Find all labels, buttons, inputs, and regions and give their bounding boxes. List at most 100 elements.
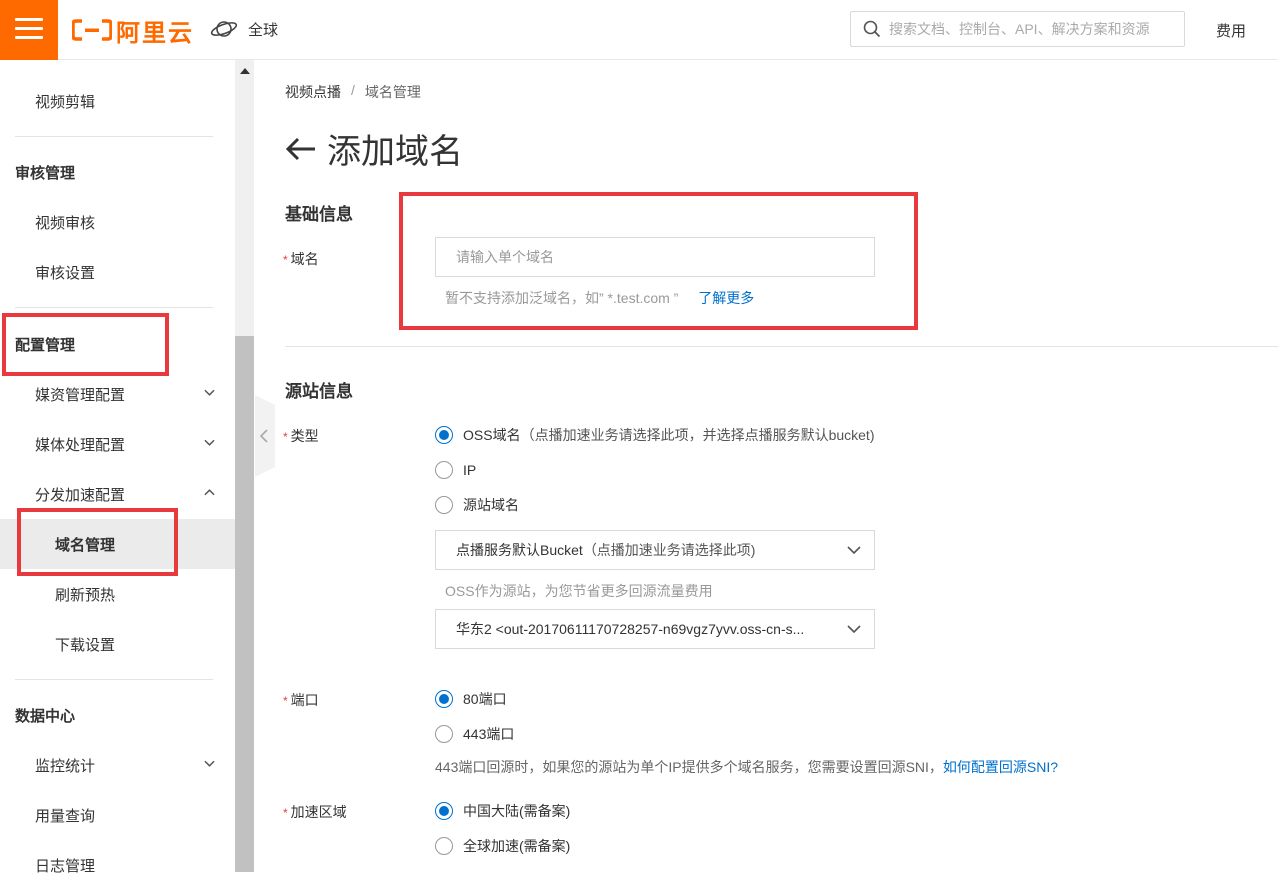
chevron-down-icon — [847, 625, 861, 634]
type-label-text: 类型 — [290, 428, 319, 444]
global-search[interactable] — [850, 11, 1185, 47]
radio-label: 443端口 — [463, 726, 515, 742]
section-title-basic: 基础信息 — [285, 205, 353, 224]
domain-input[interactable] — [435, 237, 875, 277]
radio-port-80[interactable]: 80端口 — [435, 689, 507, 709]
chevron-down-icon — [204, 760, 215, 767]
sidebar-item-label: 媒资管理配置 — [35, 386, 126, 404]
radio-label: 源站域名 — [463, 497, 519, 513]
radio-port-443[interactable]: 443端口 — [435, 724, 514, 744]
port-hint-text: 443端口回源时，如果您的源站为单个IP提供多个域名服务，您需要设置回源SNI， — [435, 759, 943, 775]
sni-help-link[interactable]: 如何配置回源SNI? — [943, 759, 1058, 775]
chevron-up-icon — [204, 489, 215, 496]
bucket-select-value: 点播服务默认Bucket（点播加速业务请选择此项) — [456, 540, 836, 560]
domain-label: * 域名 — [283, 249, 319, 269]
sidebar-item-refresh-preload[interactable]: 刷新预热 — [0, 569, 235, 619]
breadcrumb-separator: / — [351, 82, 355, 98]
sidebar-group-data-center[interactable]: 数据中心 — [0, 690, 235, 740]
radio-circle[interactable] — [435, 802, 453, 820]
radio-type-origin-domain[interactable]: 源站域名 — [435, 495, 519, 515]
hamburger-menu-icon[interactable] — [0, 0, 58, 60]
search-icon — [863, 20, 881, 38]
oss-domain-select-value: 华东2 <out-20170611170728257-n69vgz7yvv.os… — [456, 621, 805, 637]
aliyun-logo[interactable]: 阿里云 — [72, 14, 194, 47]
learn-more-link[interactable]: 了解更多 — [698, 290, 754, 306]
sidebar-item-video-review[interactable]: 视频审核 — [0, 197, 235, 247]
radio-circle[interactable] — [435, 837, 453, 855]
region-label-text: 加速区域 — [290, 804, 347, 820]
sidebar-divider — [15, 679, 213, 680]
scroll-up-arrow-icon[interactable] — [240, 68, 250, 74]
region-selector[interactable]: 全球 — [210, 17, 278, 41]
sidebar-item-monitoring[interactable]: 监控统计 — [0, 740, 235, 790]
fee-link[interactable]: 费用 — [1216, 20, 1246, 41]
section-divider — [285, 346, 1278, 347]
required-marker: * — [283, 806, 288, 820]
chevron-down-icon — [204, 389, 215, 396]
chevron-down-icon — [204, 439, 215, 446]
radio-label: OSS域名 — [463, 427, 521, 443]
aliyun-logo-icon — [72, 19, 112, 41]
sidebar: 视频剪辑 审核管理 视频审核 审核设置 配置管理 媒资管理配置 媒体处理配置 分… — [0, 60, 255, 875]
radio-circle[interactable] — [435, 461, 453, 479]
breadcrumb-parent[interactable]: 视频点播 — [285, 82, 341, 102]
radio-note: （点播加速业务请选择此项，并选择点播服务默认bucket) — [520, 427, 875, 443]
scrollbar-thumb[interactable] — [235, 336, 254, 872]
type-label: * 类型 — [283, 426, 319, 446]
sidebar-divider — [15, 136, 213, 137]
bucket-select[interactable]: 点播服务默认Bucket（点播加速业务请选择此项) — [435, 530, 875, 570]
radio-circle[interactable] — [435, 690, 453, 708]
back-arrow-icon[interactable] — [285, 137, 317, 161]
radio-circle[interactable] — [435, 725, 453, 743]
domain-hint: 暂不支持添加泛域名，如” *.test.com ” 了解更多 — [445, 288, 754, 308]
radio-label: 中国大陆(需备案) — [463, 803, 571, 819]
sidebar-item-download-settings[interactable]: 下载设置 — [0, 619, 235, 669]
radio-label: 全球加速(需备案) — [463, 838, 571, 854]
domain-label-text: 域名 — [290, 251, 319, 267]
page-header: 添加域名 — [285, 124, 463, 173]
search-input[interactable] — [889, 21, 1179, 37]
region-label: 全球 — [248, 21, 279, 39]
radio-type-oss[interactable]: OSS域名 （点播加速业务请选择此项，并选择点播服务默认bucket) — [435, 425, 875, 445]
bucket-hint: OSS作为源站，为您节省更多回源流量费用 — [445, 583, 713, 599]
page-title: 添加域名 — [327, 133, 463, 171]
radio-type-ip[interactable]: IP — [435, 460, 476, 480]
logo-text: 阿里云 — [116, 19, 194, 47]
radio-region-mainland[interactable]: 中国大陆(需备案) — [435, 801, 570, 821]
sidebar-item-review-settings[interactable]: 审核设置 — [0, 247, 235, 297]
sidebar-item-usage-query[interactable]: 用量查询 — [0, 790, 235, 840]
port-hint: 443端口回源时，如果您的源站为单个IP提供多个域名服务，您需要设置回源SNI，… — [435, 757, 1058, 777]
radio-label: IP — [463, 462, 477, 478]
port-label: * 端口 — [283, 690, 319, 710]
section-title-origin: 源站信息 — [285, 382, 353, 401]
required-marker: * — [283, 253, 288, 267]
top-bar: 阿里云 全球 费用 — [0, 0, 1278, 60]
oss-domain-select[interactable]: 华东2 <out-20170611170728257-n69vgz7yvv.os… — [435, 609, 875, 649]
highlight-box-domain-management — [17, 508, 178, 576]
radio-circle[interactable] — [435, 496, 453, 514]
sidebar-item-video-editing[interactable]: 视频剪辑 — [0, 76, 235, 126]
breadcrumb: 视频点播 / 域名管理 — [285, 82, 421, 102]
sidebar-item-label: 监控统计 — [35, 757, 96, 775]
sidebar-item-log-management[interactable]: 日志管理 — [0, 840, 235, 890]
radio-circle[interactable] — [435, 426, 453, 444]
select-note: （点播加速业务请选择此项) — [582, 542, 756, 558]
radio-label: 80端口 — [463, 691, 507, 707]
required-marker: * — [283, 694, 288, 708]
chevron-down-icon — [847, 546, 861, 555]
sidebar-collapse-toggle[interactable] — [255, 395, 275, 477]
globe-icon — [210, 21, 238, 37]
radio-region-global[interactable]: 全球加速(需备案) — [435, 836, 570, 856]
sidebar-item-label: 分发加速配置 — [35, 486, 126, 504]
domain-hint-text: 暂不支持添加泛域名，如” *.test.com ” — [445, 290, 679, 306]
sidebar-scrollbar[interactable] — [235, 60, 254, 872]
sidebar-divider — [15, 307, 213, 308]
sidebar-item-media-asset-config[interactable]: 媒资管理配置 — [0, 369, 235, 419]
port-label-text: 端口 — [290, 692, 319, 708]
sidebar-item-label: 媒体处理配置 — [35, 436, 126, 454]
select-value: 点播服务默认Bucket — [456, 542, 583, 558]
required-marker: * — [283, 430, 288, 444]
sidebar-item-media-processing-config[interactable]: 媒体处理配置 — [0, 419, 235, 469]
breadcrumb-current: 域名管理 — [364, 84, 421, 100]
sidebar-group-review[interactable]: 审核管理 — [0, 147, 235, 197]
